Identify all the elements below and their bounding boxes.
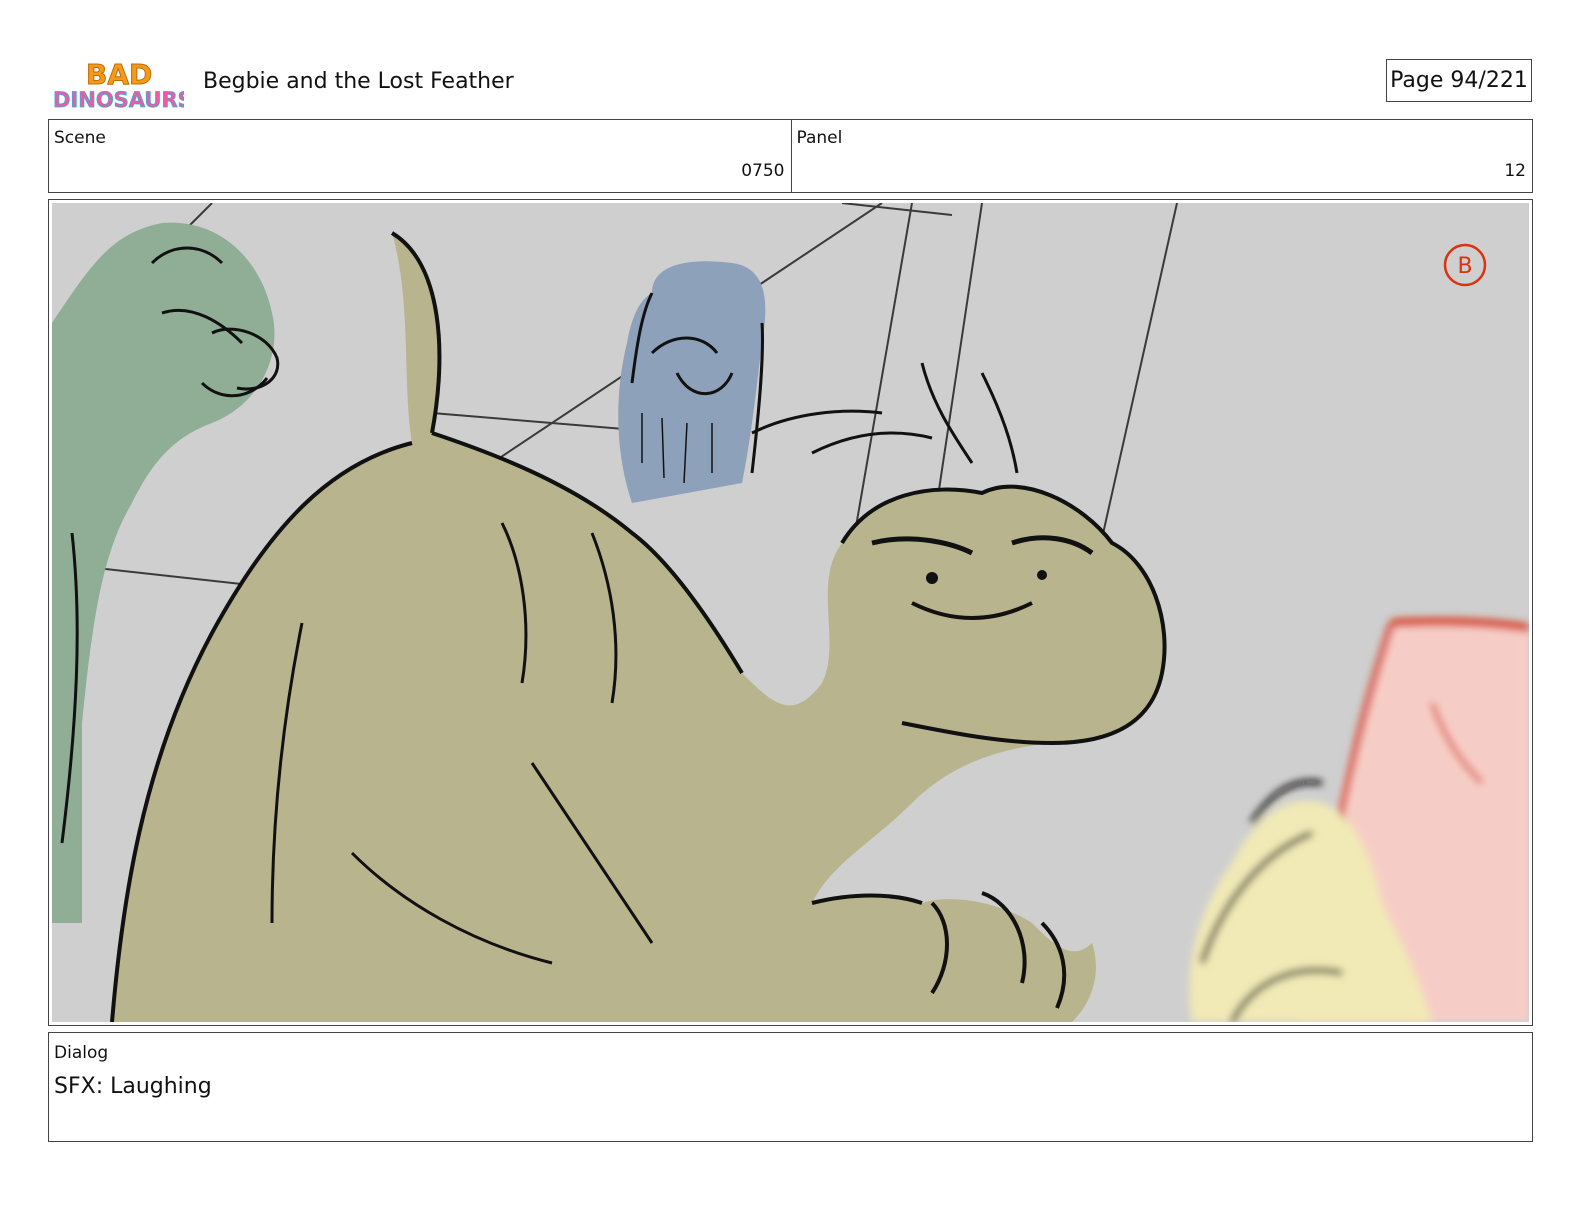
page-number: 94/221 (1450, 68, 1528, 93)
storyboard-sketch: B (52, 203, 1529, 1022)
logo-line-2: DINOSAURS (53, 88, 184, 112)
dialog-text: SFX: Laughing (54, 1074, 212, 1099)
storyboard-title: Begbie and the Lost Feather (203, 69, 514, 94)
dialog-box: Dialog SFX: Laughing (48, 1032, 1533, 1142)
scene-label: Scene (54, 128, 106, 148)
logo-graphic: BAD DINOSAURS (53, 58, 194, 113)
scene-number: 0750 (741, 161, 785, 181)
page-counter: Page 94/221 (1386, 59, 1532, 102)
panel-number: 12 (1504, 161, 1526, 181)
dialog-label: Dialog (54, 1043, 109, 1063)
corner-mark-letter: B (1457, 254, 1472, 279)
storyboard-drawing: B (52, 203, 1529, 1022)
page-label: Page (1390, 68, 1444, 93)
logo-line-1: BAD (86, 58, 152, 91)
panel-label: Panel (796, 128, 843, 148)
bad-dinosaurs-logo: BAD DINOSAURS (52, 54, 194, 113)
scene-cell: Scene 0750 (49, 120, 791, 192)
panel-cell: Panel 12 (790, 120, 1533, 192)
scene-panel-row: Scene 0750 Panel 12 (48, 119, 1533, 193)
storyboard-panel-frame: B (48, 199, 1533, 1026)
